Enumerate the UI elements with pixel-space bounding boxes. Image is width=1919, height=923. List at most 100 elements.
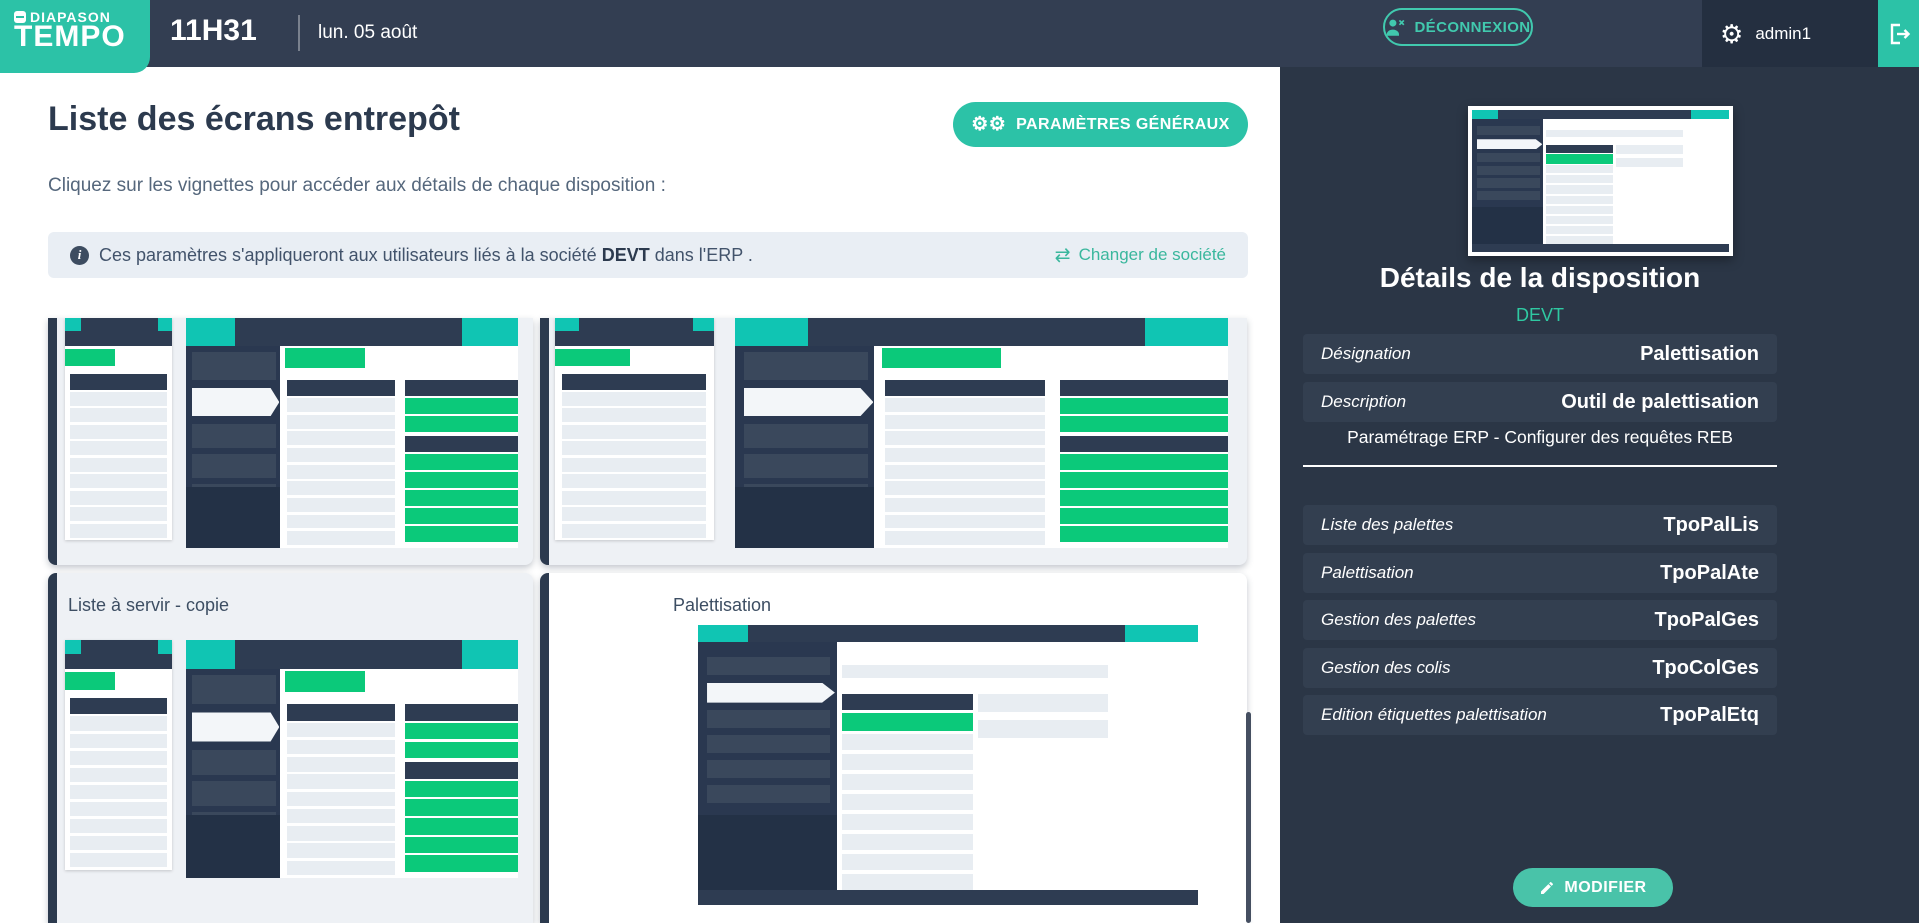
vignette-row — [70, 768, 167, 782]
change-company-label: Changer de société — [1079, 245, 1226, 265]
vignette-row — [405, 526, 518, 542]
vignette-row — [562, 524, 706, 538]
query-label: Gestion des palettes — [1321, 610, 1476, 630]
vignette-row — [70, 474, 167, 488]
change-company-link[interactable]: ⇄ Changer de société — [1055, 244, 1226, 267]
username: admin1 — [1755, 24, 1811, 44]
query-label: Liste des palettes — [1321, 515, 1453, 535]
vignette-row — [70, 751, 167, 765]
vignette-row — [70, 392, 167, 406]
screen-vignette-palettisation — [698, 625, 1198, 905]
vignette-row — [405, 799, 518, 816]
vignette-row — [1060, 454, 1228, 470]
diapason-tempo-logo: DIAPASON TEMPO — [0, 0, 150, 73]
query-label: Gestion des colis — [1321, 658, 1450, 678]
vignette-left-window — [65, 640, 172, 870]
vignette-row — [842, 794, 973, 810]
query-value: TpoPalAte — [1660, 562, 1759, 585]
query-row-gestion-colis: Gestion des colis TpoColGes — [1303, 648, 1777, 688]
vignette-row — [562, 458, 706, 472]
query-value: TpoPalLis — [1663, 514, 1759, 537]
swap-icon: ⇄ — [1055, 244, 1071, 267]
vignette-left-window — [65, 318, 172, 540]
vignette-row — [1546, 196, 1613, 204]
vignette-row — [562, 507, 706, 521]
vignette-row — [405, 837, 518, 854]
card-title: Palettisation — [673, 595, 771, 616]
vignette-row — [70, 716, 167, 730]
vignette-row — [1546, 206, 1613, 214]
vignette-row — [70, 819, 167, 833]
company-code: DEVT — [602, 245, 650, 265]
vignette-row — [1060, 490, 1228, 506]
logo-tempo-text: TEMPO — [14, 22, 150, 52]
vignette-row — [1060, 526, 1228, 542]
screen-vignette-liste — [65, 318, 518, 548]
vignette-row — [70, 853, 167, 867]
app-window: 11H31 lun. 05 août DÉCONNEXION ⚙ admin1 — [0, 0, 1919, 923]
vignette-row — [562, 491, 706, 505]
query-value: TpoPalEtq — [1660, 704, 1759, 727]
vignette-row — [562, 425, 706, 439]
user-x-icon — [1385, 18, 1406, 36]
vignette-row — [70, 458, 167, 472]
general-params-label: PARAMÈTRES GÉNÉRAUX — [1016, 116, 1230, 134]
card-title: Liste à servir - copie — [68, 595, 229, 616]
query-value: TpoPalGes — [1655, 609, 1759, 632]
topbar-divider — [298, 15, 300, 51]
vignette-row — [842, 854, 973, 870]
page-subtitle: Cliquez sur les vignettes pour accéder a… — [48, 175, 666, 197]
vignette-main-window — [186, 318, 518, 548]
vignette-row — [70, 734, 167, 748]
vignette-row — [70, 441, 167, 455]
vignette-row — [1546, 236, 1613, 244]
vignette-row — [562, 441, 706, 455]
layout-card-liste-a-servir-copie[interactable]: Liste à servir - copie — [48, 573, 533, 923]
exit-icon — [1887, 22, 1911, 46]
query-label: Edition étiquettes palettisation — [1321, 705, 1547, 725]
screen-vignette-palettisation — [1472, 110, 1729, 252]
scrollbar-thumb[interactable] — [1246, 712, 1251, 923]
screen-vignette-liste — [65, 640, 518, 878]
general-params-button[interactable]: ⚙⚙ PARAMÈTRES GÉNÉRAUX — [953, 102, 1248, 147]
detail-label: Désignation — [1321, 344, 1411, 364]
detail-label: Description — [1321, 392, 1406, 412]
vignette-row — [70, 524, 167, 538]
vignette-row — [842, 834, 973, 850]
logout-button-label: DÉCONNEXION — [1414, 19, 1530, 36]
page-title: Liste des écrans entrepôt — [48, 100, 460, 139]
vignette-row — [1546, 165, 1613, 173]
details-company: DEVT — [1303, 305, 1777, 326]
topbar: 11H31 lun. 05 août DÉCONNEXION ⚙ admin1 — [0, 0, 1919, 67]
vignette-row — [405, 855, 518, 872]
vignette-row — [1546, 226, 1613, 234]
gear-icon[interactable]: ⚙ — [1720, 21, 1743, 47]
vignette-row — [1546, 216, 1613, 224]
vignette-row — [405, 454, 518, 470]
vignette-main-window — [186, 640, 518, 878]
vignette-row — [405, 508, 518, 524]
vignette-row — [1546, 175, 1613, 183]
query-row-gestion-palettes: Gestion des palettes TpoPalGes — [1303, 600, 1777, 640]
layout-card-palettisation[interactable]: Palettisation — [540, 573, 1247, 923]
modify-button-label: MODIFIER — [1564, 879, 1646, 897]
vignette-row — [70, 802, 167, 816]
vignette-row — [70, 507, 167, 521]
vignette-row — [842, 814, 973, 830]
logout-button[interactable]: DÉCONNEXION — [1383, 8, 1533, 46]
modify-button[interactable]: MODIFIER — [1513, 868, 1673, 907]
vignette-row — [562, 474, 706, 488]
layout-card-1[interactable] — [48, 318, 533, 565]
vignette-row — [842, 734, 973, 750]
logo-mark-icon — [14, 11, 26, 23]
vignette-row — [70, 785, 167, 799]
date: lun. 05 août — [318, 22, 417, 44]
info-icon: i — [70, 246, 89, 265]
vignette-row — [842, 874, 973, 890]
exit-tile[interactable] — [1878, 0, 1919, 67]
detail-value: Palettisation — [1640, 343, 1759, 366]
clock: 11H31 — [170, 14, 257, 48]
layout-card-2[interactable] — [540, 318, 1247, 565]
vignette-row — [405, 781, 518, 798]
vignette-row — [842, 774, 973, 790]
